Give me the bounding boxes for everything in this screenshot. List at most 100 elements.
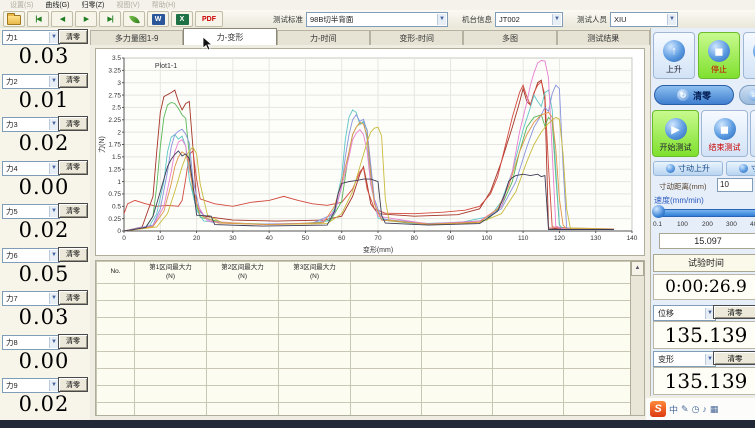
channel-select[interactable]: 力2▼	[2, 74, 60, 89]
next-record-icon[interactable]: ▶	[75, 11, 97, 27]
table-scrollbar[interactable]: ▲	[630, 261, 644, 415]
menu-item[interactable]: 归零(Z)	[75, 0, 110, 10]
channel-zero-button[interactable]: 清零	[58, 203, 88, 218]
chevron-down-icon: ▼	[49, 380, 58, 391]
start-test-label: 开始测试	[653, 142, 698, 153]
field-select[interactable]: JT002▼	[495, 12, 563, 27]
channel-select[interactable]: 力5▼	[2, 204, 60, 219]
channel-zero-button[interactable]: 清零	[58, 247, 88, 262]
channel-zero-button[interactable]: 清零	[58, 290, 88, 305]
up-arrow-icon: ↑	[663, 40, 685, 62]
svg-text:10: 10	[157, 235, 165, 242]
play-icon: ▶	[665, 118, 687, 140]
table-cell	[493, 318, 564, 335]
chart-panel: 010203040506070809010011012013014000.250…	[95, 48, 645, 256]
column-header	[351, 262, 422, 284]
table-cell	[279, 403, 351, 417]
jog-down-button[interactable]: 寸动下降	[726, 161, 755, 176]
table-row	[97, 284, 634, 301]
table-cell	[422, 386, 493, 403]
field-label: 机台信息	[462, 14, 492, 25]
field-select[interactable]: 98B切半背面▼	[306, 12, 448, 27]
tray-icon[interactable]: 中	[669, 403, 678, 416]
tab-2[interactable]: 力-变形	[183, 28, 276, 45]
menu-item[interactable]: 视图(V)	[110, 0, 145, 10]
force-channel-row: 力1▼清零0.03	[0, 28, 90, 72]
open-file-icon[interactable]	[3, 11, 25, 27]
stop-motion-button[interactable]: ◼ 停止	[698, 32, 740, 79]
crosshead-up-button[interactable]: ↑ 上升	[653, 32, 695, 79]
menu-item[interactable]: 曲线(G)	[39, 0, 75, 10]
force-channel-row: 力5▼清零0.02	[0, 202, 90, 246]
tray-icon[interactable]: ✎	[681, 404, 689, 415]
force-channel-row: 力6▼清零0.05	[0, 246, 90, 290]
table-cell	[97, 318, 135, 335]
ime-logo[interactable]: S	[650, 401, 666, 417]
channel-zero-button[interactable]: 清零	[58, 160, 88, 175]
field-value: 98B切半背面	[310, 14, 353, 25]
channel-select[interactable]: 力6▼	[2, 248, 60, 263]
channel-select[interactable]: 力3▼	[2, 117, 60, 132]
channel-name: 力1	[6, 32, 18, 43]
channel-zero-button[interactable]: 清零	[58, 377, 88, 392]
return-position-button[interactable]: ≡	[739, 85, 755, 105]
table-cell	[422, 369, 493, 386]
channel-zero-button[interactable]: 清零	[58, 116, 88, 131]
menu-item[interactable]: 帮助(H)	[146, 0, 182, 10]
speed-slider-knob[interactable]	[652, 205, 665, 218]
tab-3[interactable]: 力-时间	[277, 30, 370, 45]
toolbar: |◀◀▶▶|WXPDF 测试标准98B切半背面▼机台信息JT002▼测试人员XI…	[0, 10, 755, 29]
scroll-up-icon[interactable]: ▲	[631, 261, 644, 276]
pause-test-button[interactable]: ‖ 暂停	[750, 110, 755, 157]
export-word-icon[interactable]: W	[147, 11, 169, 27]
first-record-icon[interactable]: |◀	[27, 11, 49, 27]
table-cell	[135, 403, 207, 417]
zero-all-button[interactable]: ↻ 清零	[654, 85, 734, 105]
table-cell	[351, 284, 422, 301]
field-select[interactable]: XIU▼	[610, 12, 678, 27]
table-cell	[351, 386, 422, 403]
tab-5[interactable]: 多图	[463, 30, 556, 45]
table-cell	[135, 335, 207, 352]
table-cell	[493, 335, 564, 352]
start-test-button[interactable]: ▶ 开始测试	[652, 110, 699, 157]
channel-select[interactable]: 力1▼	[2, 30, 60, 45]
channel-name: 力2	[6, 76, 18, 87]
jog-up-button[interactable]: 寸动上升	[653, 161, 723, 176]
crosshead-down-button[interactable]: ↓ 下降	[743, 32, 755, 79]
displacement-select[interactable]: 位移 ▼	[653, 305, 716, 321]
channel-select[interactable]: 力7▼	[2, 291, 60, 306]
deformation-zero-button[interactable]: 清零	[713, 351, 755, 365]
export-excel-icon[interactable]: X	[171, 11, 193, 27]
channel-zero-button[interactable]: 清零	[58, 73, 88, 88]
prev-record-icon[interactable]: ◀	[51, 11, 73, 27]
last-record-icon[interactable]: ▶|	[99, 11, 121, 27]
channel-name: 力8	[6, 337, 18, 348]
displacement-zero-button[interactable]: 清零	[713, 305, 755, 319]
curve-icon[interactable]	[123, 11, 145, 27]
channel-zero-button[interactable]: 清零	[58, 334, 88, 349]
table-row	[97, 335, 634, 352]
tab-6[interactable]: 测试结果	[557, 30, 650, 45]
export-pdf-icon[interactable]: PDF	[195, 11, 223, 27]
svg-text:0.25: 0.25	[108, 216, 121, 223]
channel-select[interactable]: 力9▼	[2, 378, 60, 393]
tab-1[interactable]: 多力量图1-9	[90, 30, 183, 45]
jog-distance-input[interactable]: 10	[717, 178, 753, 192]
speed-slider-track[interactable]	[654, 209, 755, 217]
channel-select[interactable]: 力8▼	[2, 335, 60, 350]
channel-select[interactable]: 力4▼	[2, 161, 60, 176]
tray-icon[interactable]: ♪	[702, 404, 707, 414]
chevron-down-icon: ▼	[552, 14, 561, 25]
channel-zero-button[interactable]: 清零	[58, 29, 88, 44]
menu-item[interactable]: 设置(S)	[4, 0, 39, 10]
table-cell	[97, 352, 135, 369]
end-test-button[interactable]: ◼ 结束测试	[701, 110, 748, 157]
tray-icon[interactable]: ▦	[710, 404, 719, 415]
table-cell	[422, 403, 493, 417]
svg-text:1.75: 1.75	[108, 142, 121, 149]
tab-4[interactable]: 变形-时间	[370, 30, 463, 45]
svg-text:60: 60	[338, 235, 346, 242]
tray-icon[interactable]: ◷	[692, 404, 700, 415]
deformation-select[interactable]: 变形 ▼	[653, 351, 716, 367]
